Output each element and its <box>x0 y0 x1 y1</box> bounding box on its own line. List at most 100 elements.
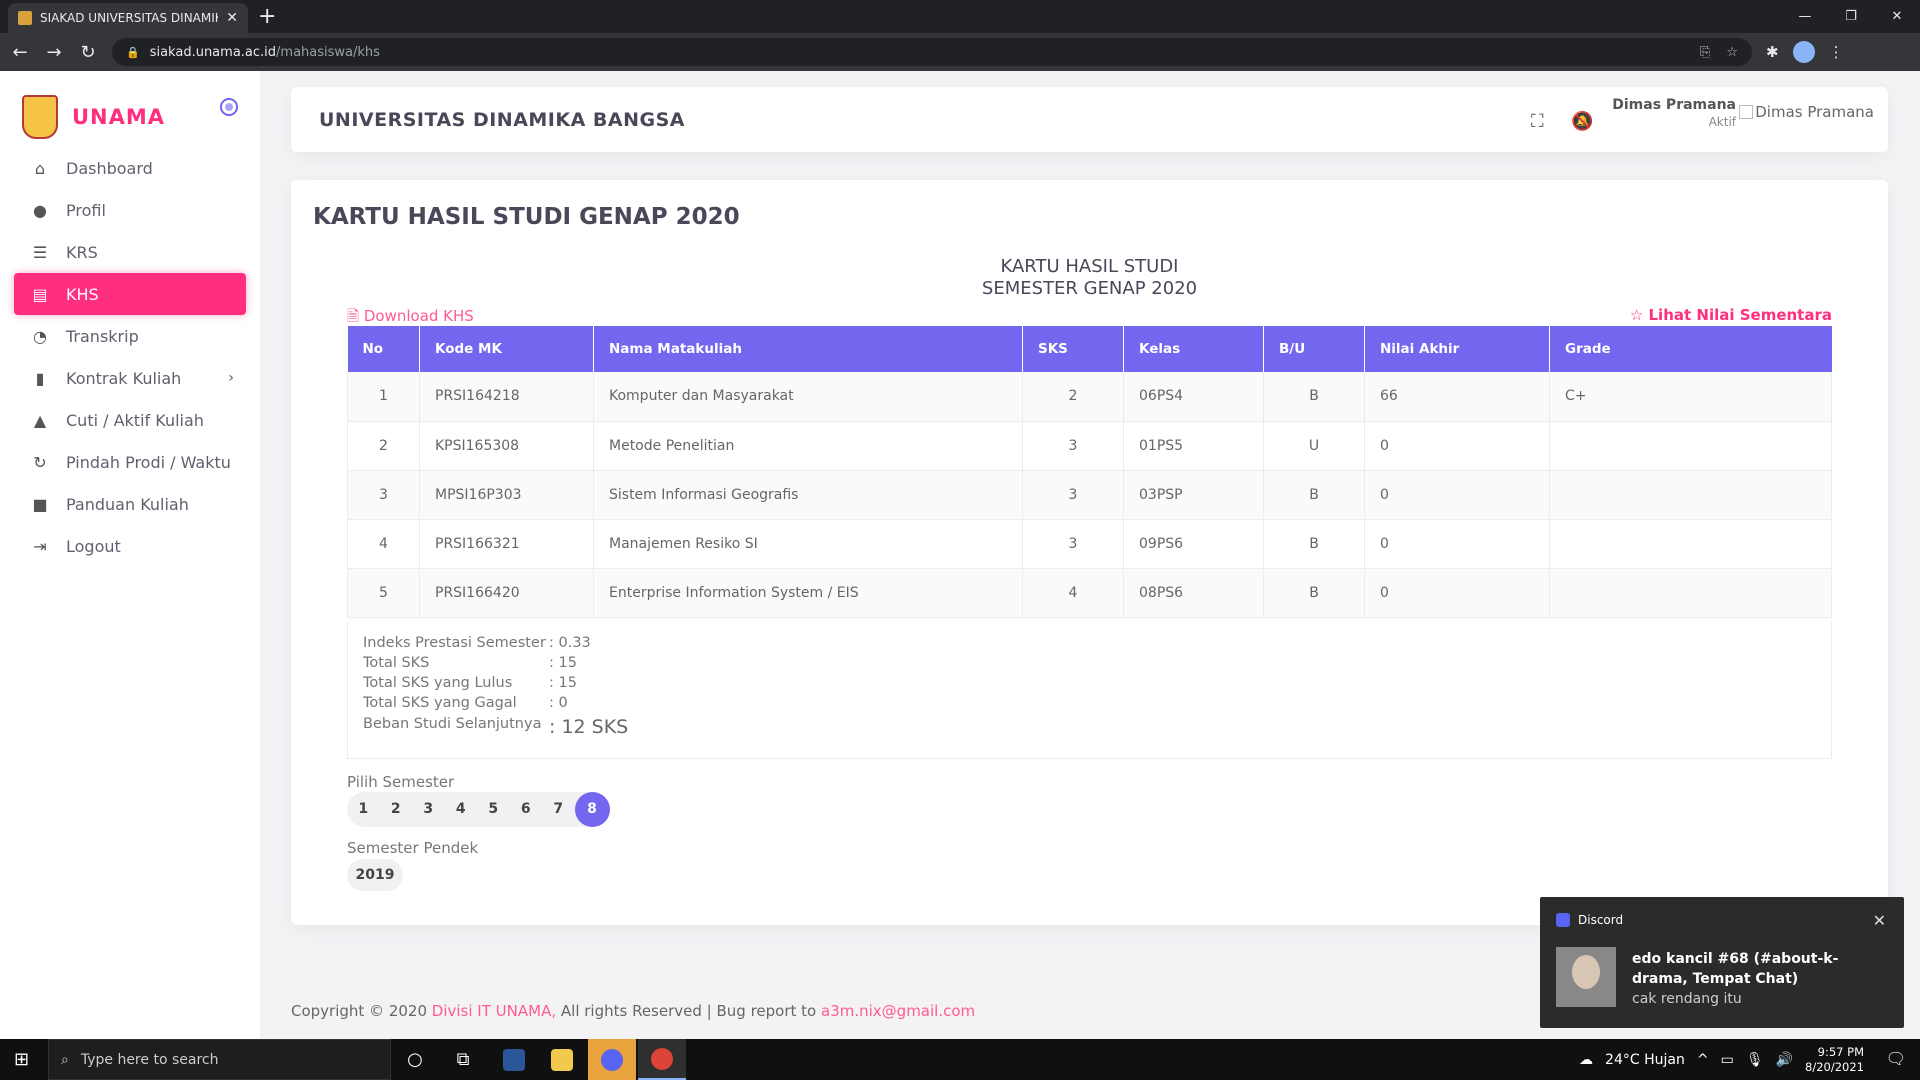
search-placeholder: Type here to search <box>80 1051 219 1068</box>
sidebar-item-dashboard[interactable]: ⌂ Dashboard <box>14 147 246 189</box>
lock-icon: 🔒 <box>126 45 140 59</box>
task-view-icon[interactable]: ⧉ <box>450 1047 476 1073</box>
sidebar-item-krs[interactable]: ☰ KRS <box>14 231 246 273</box>
sidebar-item-panduan-kuliah[interactable]: ■ Panduan Kuliah <box>14 483 246 525</box>
semester-button-1[interactable]: 1 <box>347 792 380 827</box>
bookmark-star-icon[interactable]: ☆ <box>1726 45 1738 60</box>
toast-app-name: Discord <box>1578 913 1624 927</box>
network-icon[interactable]: ▭ <box>1721 1052 1734 1068</box>
top-header: UNIVERSITAS DINAMIKA BANGSA ⛶ 🔕 Dimas Pr… <box>291 87 1888 152</box>
column-header: Nama Matakuliah <box>593 326 1023 372</box>
semester-button-3[interactable]: 3 <box>412 792 445 827</box>
sidebar-item-label: Dashboard <box>66 158 153 178</box>
column-header: B/U <box>1263 326 1365 372</box>
cell-grade <box>1549 421 1832 471</box>
browser-tab[interactable]: SIAKAD UNIVERSITAS DINAMIKA ✕ <box>8 3 248 33</box>
cell-bu: B <box>1263 519 1365 569</box>
lihat-nilai-sementara-link[interactable]: ☆ Lihat Nilai Sementara <box>1630 306 1832 324</box>
clock[interactable]: 9:57 PM 8/20/2021 <box>1805 1045 1864 1075</box>
sidebar-toggle-icon[interactable] <box>220 98 238 116</box>
translate-icon[interactable]: ⎘ <box>1700 45 1710 60</box>
cell-nilai: 0 <box>1364 519 1550 569</box>
toast-title: edo kancil #68 (#about-k-drama, Tempat C… <box>1632 951 1839 987</box>
taskbar-search[interactable]: ⌕ Type here to search <box>48 1039 391 1080</box>
cell-kode: PRSI164218 <box>419 372 594 422</box>
sidebar-item-profil[interactable]: ● Profil <box>14 189 246 231</box>
cell-nama: Komputer dan Masyarakat <box>593 372 1023 422</box>
semester-button-6[interactable]: 6 <box>510 792 543 827</box>
cell-grade <box>1549 519 1832 569</box>
toast-close-icon[interactable]: ✕ <box>1873 911 1886 930</box>
cell-kelas: 03PSP <box>1123 470 1264 520</box>
discord-app-icon[interactable] <box>588 1039 636 1080</box>
file-explorer-icon[interactable] <box>538 1039 586 1080</box>
cell-kelas: 08PS6 <box>1123 568 1264 618</box>
cell-sks: 2 <box>1022 372 1124 422</box>
sidebar-item-khs[interactable]: ▤ KHS <box>14 273 246 315</box>
footer-email-link[interactable]: a3m.nix@gmail.com <box>821 1002 975 1020</box>
word-app-icon[interactable] <box>490 1039 538 1080</box>
restore-icon[interactable]: ❐ <box>1828 9 1874 24</box>
semester-button-7[interactable]: 7 <box>542 792 575 827</box>
sidebar-item-transkrip[interactable]: ◔ Transkrip <box>14 315 246 357</box>
semester-button-5[interactable]: 5 <box>477 792 510 827</box>
semester-button-8[interactable]: 8 <box>574 792 610 827</box>
chrome-app-icon[interactable] <box>638 1039 686 1080</box>
sidebar-item-cuti-aktif[interactable]: ▲ Cuti / Aktif Kuliah <box>14 399 246 441</box>
sidebar-menu: ⌂ Dashboard ● Profil ☰ KRS ▤ KHS ◔ Trans… <box>14 147 246 567</box>
windows-start-icon[interactable]: ⊞ <box>14 1049 29 1070</box>
system-tray: ☁ 24°C Hujan ^ ▭ 🎙 🔊 9:57 PM 8/20/2021 <box>1579 1039 1864 1080</box>
khs-card: KARTU HASIL STUDI GENAP 2020 KARTU HASIL… <box>291 180 1888 925</box>
sidebar-item-label: Kontrak Kuliah <box>66 368 182 388</box>
semester-button-2[interactable]: 2 <box>380 792 413 827</box>
sidebar-item-label: Logout <box>66 536 121 556</box>
cell-sks: 3 <box>1022 421 1124 471</box>
reload-icon[interactable]: ↻ <box>74 42 102 63</box>
kebab-menu-icon[interactable]: ⋮ <box>1829 43 1844 61</box>
summary-value: : 0.33 <box>549 635 591 651</box>
cell-bu: B <box>1263 568 1365 618</box>
avatar[interactable]: Dimas Pramana <box>1739 103 1874 121</box>
sidebar-item-kontrak-kuliah[interactable]: ▮ Kontrak Kuliah › <box>14 357 246 399</box>
footer-division-link[interactable]: Divisi IT UNAMA, <box>432 1002 556 1020</box>
summary-label: Total SKS <box>363 655 430 671</box>
cortana-icon[interactable]: ○ <box>402 1047 428 1073</box>
brand[interactable]: UNAMA <box>22 95 165 139</box>
semester-button-4[interactable]: 4 <box>445 792 478 827</box>
profile-avatar-icon[interactable] <box>1792 41 1815 63</box>
tray-chevron-icon[interactable]: ^ <box>1697 1052 1709 1068</box>
pie-chart-icon: ◔ <box>33 326 47 346</box>
star-icon: ☆ <box>1629 306 1644 324</box>
discord-notification[interactable]: Discord ✕ edo kancil #68 (#about-k-drama… <box>1540 897 1904 1028</box>
bell-off-icon[interactable]: 🔕 <box>1571 111 1593 132</box>
action-center-icon[interactable]: 🗨 <box>1886 1049 1906 1068</box>
cell-bu: B <box>1263 372 1365 422</box>
sidebar: UNAMA ⌂ Dashboard ● Profil ☰ KRS ▤ KHS ◔… <box>0 71 260 1039</box>
microphone-icon[interactable]: 🎙 <box>1746 1052 1764 1068</box>
refresh-icon: ↻ <box>33 452 47 472</box>
cell-nama: Metode Penelitian <box>593 421 1023 471</box>
weather-text[interactable]: 24°C Hujan <box>1605 1052 1685 1068</box>
minimize-icon[interactable]: — <box>1782 9 1828 24</box>
khs-heading: KARTU HASIL STUDI SEMESTER GENAP 2020 <box>291 256 1888 300</box>
browser-tabbar: SIAKAD UNIVERSITAS DINAMIKA ✕ + — ❐ ✕ <box>0 0 1920 33</box>
address-bar[interactable]: 🔒 siakad.unama.ac.id /mahasiswa/khs ⎘ ☆ <box>112 38 1752 66</box>
cell-kelas: 01PS5 <box>1123 421 1264 471</box>
semester-pendek-button[interactable]: 2019 <box>347 859 403 891</box>
video-icon: ■ <box>32 494 48 514</box>
sidebar-item-logout[interactable]: ⇥ Logout <box>14 525 246 567</box>
search-icon: ⌕ <box>61 1051 69 1068</box>
fullscreen-icon[interactable]: ⛶ <box>1531 111 1544 132</box>
volume-icon[interactable]: 🔊 <box>1776 1052 1793 1068</box>
extensions-icon[interactable]: ✱ <box>1766 43 1779 61</box>
summary-sks-gagal: Total SKS yang Gagal : 0 <box>363 695 568 711</box>
new-tab-button[interactable]: + <box>258 4 276 29</box>
brand-name: UNAMA <box>72 105 166 129</box>
tab-close-icon[interactable]: ✕ <box>226 10 238 26</box>
back-icon[interactable]: ← <box>6 42 34 63</box>
cell-kelas: 06PS4 <box>1123 372 1264 422</box>
sidebar-item-pindah-prodi[interactable]: ↻ Pindah Prodi / Waktu <box>14 441 246 483</box>
close-window-icon[interactable]: ✕ <box>1874 9 1920 24</box>
forward-icon[interactable]: → <box>40 42 68 63</box>
summary-value: : 15 <box>549 675 577 691</box>
